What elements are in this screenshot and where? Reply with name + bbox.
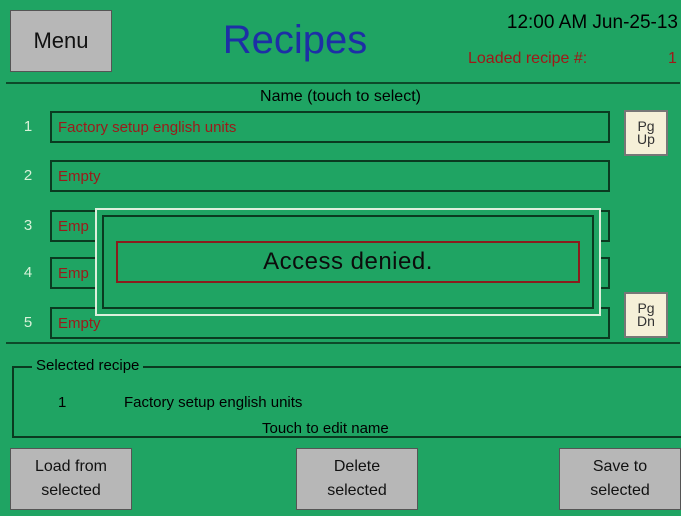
page-down-button[interactable]: Pg Dn (624, 292, 668, 338)
selected-recipe-number: 1 (58, 394, 67, 411)
row-number-1: 1 (23, 118, 33, 135)
menu-button[interactable]: Menu (10, 10, 112, 72)
page-title: Recipes (222, 17, 368, 62)
dialog-message: Access denied. (116, 241, 580, 283)
page-up-button[interactable]: Pg Up (624, 110, 668, 156)
row-number-3: 3 (23, 217, 33, 234)
recipe-row-1[interactable]: Factory setup english units (50, 111, 610, 143)
load-from-selected-button[interactable]: Load from selected (10, 448, 132, 510)
loaded-recipe-label: Loaded recipe #: (468, 50, 588, 67)
selected-recipe-legend: Selected recipe (32, 357, 144, 377)
selected-recipe-name[interactable]: Factory setup english units (124, 394, 524, 411)
edit-name-hint: Touch to edit name (262, 420, 389, 437)
page-up-label-bottom: Up (637, 131, 655, 147)
row-number-4: 4 (23, 264, 33, 281)
list-column-header: Name (touch to select) (260, 88, 421, 105)
clock: 12:00 AM Jun-25-13 (506, 12, 678, 33)
row-number-2: 2 (23, 167, 33, 184)
delete-button-line-2: selected (327, 482, 387, 499)
row-number-5: 5 (23, 314, 33, 331)
save-button-line-2: selected (590, 482, 650, 499)
loaded-recipe-number: 1 (668, 50, 677, 67)
load-button-line-1: Load from (34, 458, 108, 475)
save-to-selected-button[interactable]: Save to selected (559, 448, 681, 510)
load-button-line-2: selected (41, 482, 101, 499)
delete-selected-button[interactable]: Delete selected (296, 448, 418, 510)
page-down-label-bottom: Dn (637, 313, 655, 329)
save-button-line-1: Save to (592, 458, 648, 475)
delete-button-line-1: Delete (333, 458, 381, 475)
recipe-row-2[interactable]: Empty (50, 160, 610, 192)
